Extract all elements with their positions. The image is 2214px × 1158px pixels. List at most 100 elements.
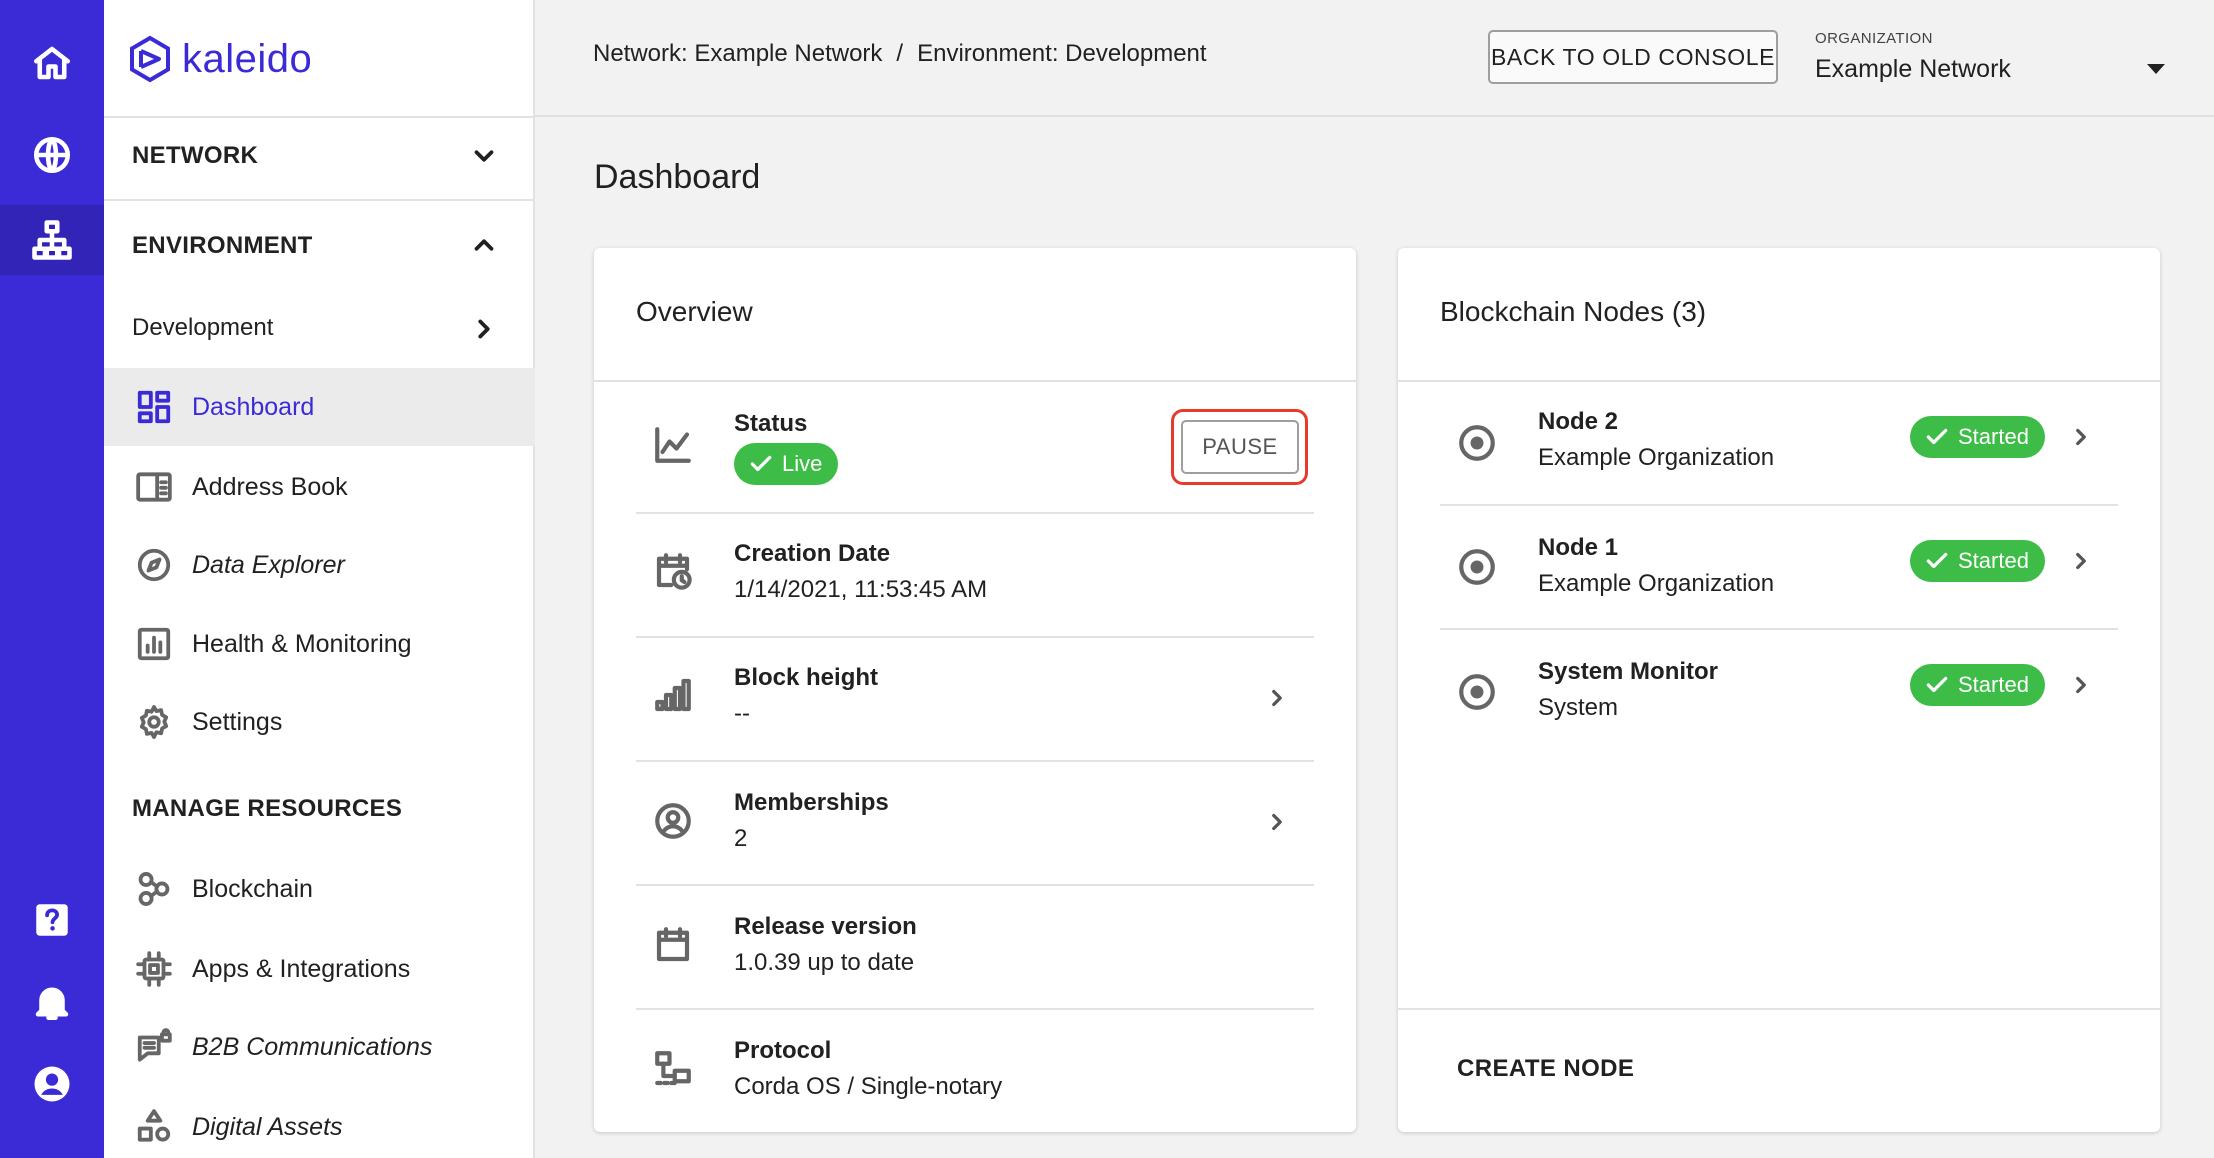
back-to-old-console-button[interactable]: BACK TO OLD CONSOLE — [1488, 30, 1778, 84]
kaleido-logo[interactable]: kaleido — [126, 34, 312, 84]
node-name[interactable]: Node 1 — [1538, 534, 1618, 562]
sidebar-item-label: B2B Communications — [192, 1032, 433, 1061]
chevron-down-icon[interactable] — [469, 141, 499, 171]
sidebar-item-health-monitoring[interactable]: Health & Monitoring — [104, 605, 535, 683]
gear-icon — [134, 702, 174, 742]
sidebar-item-label: Health & Monitoring — [192, 629, 412, 658]
sidebar-item-digital-assets[interactable]: Digital Assets — [104, 1088, 535, 1158]
page-title: Dashboard — [594, 158, 761, 196]
node-status-label: Started — [1958, 548, 2029, 573]
organization-label: ORGANIZATION — [1815, 30, 1933, 47]
sidebar-item-label: Settings — [192, 707, 283, 736]
status-badge-label: Live — [782, 451, 823, 476]
block-height-value: -- — [734, 700, 750, 727]
radio-node-icon — [1456, 546, 1498, 588]
node-status-label: Started — [1958, 672, 2029, 697]
radio-node-icon — [1456, 422, 1498, 464]
chevron-up-icon[interactable] — [469, 230, 499, 260]
calendar-clock-icon — [652, 550, 694, 592]
protocol-value: Corda OS / Single-notary — [734, 1073, 1003, 1100]
creation-date-value: 1/14/2021, 11:53:45 AM — [734, 576, 988, 603]
chevron-right-icon[interactable] — [1264, 809, 1290, 835]
breadcrumb-separator: / — [896, 40, 904, 67]
status-badge: Live — [734, 443, 839, 485]
sidebar-item-blockchain[interactable]: Blockchain — [104, 850, 535, 928]
dashboard-icon — [134, 387, 174, 427]
breadcrumb-network[interactable]: Network: Example Network — [593, 40, 882, 67]
breadcrumb-environment[interactable]: Environment: Development — [917, 40, 1206, 67]
release-version-value: 1.0.39 up to date — [734, 949, 915, 976]
sidebar-item-label: Blockchain — [192, 874, 313, 903]
sidebar-manage-resources-label: MANAGE RESOURCES — [132, 795, 403, 822]
environment-selector[interactable]: Development — [132, 314, 273, 342]
line-chart-icon — [652, 424, 694, 466]
block-height-label: Block height — [734, 664, 879, 691]
overview-title: Overview — [636, 296, 753, 327]
chevron-right-icon[interactable] — [469, 314, 499, 344]
node-org: Example Organization — [1538, 570, 1775, 597]
sidebar-item-label: Data Explorer — [192, 550, 345, 579]
top-header: Network: Example Network / Environment: De… — [535, 0, 2214, 117]
signal-bars-icon — [652, 674, 694, 716]
organization-select[interactable]: Example Network — [1815, 55, 2011, 84]
protocol-label: Protocol — [734, 1037, 832, 1064]
creation-date-label: Creation Date — [734, 540, 891, 567]
chevron-right-icon[interactable] — [2068, 672, 2094, 698]
compass-icon — [134, 545, 174, 585]
create-node-button[interactable]: CREATE NODE — [1457, 1055, 1634, 1083]
shapes-icon — [134, 1107, 174, 1147]
chevron-right-icon[interactable] — [2068, 548, 2094, 574]
dropdown-caret-icon[interactable] — [2147, 64, 2165, 74]
node-org: System — [1538, 694, 1619, 721]
sidebar-environment-label[interactable]: ENVIRONMENT — [132, 232, 313, 260]
sidebar-item-settings[interactable]: Settings — [104, 683, 535, 761]
node-status-badge: Started — [1910, 664, 2045, 706]
calendar-icon — [652, 924, 694, 966]
sidebar: kaleido NETWORK ENVIRONMENT Development … — [104, 0, 535, 1158]
protocol-icon — [652, 1048, 694, 1090]
blockchain-nodes-title: Blockchain Nodes (3) — [1440, 296, 1707, 327]
chat-lock-icon — [134, 1027, 174, 1067]
sidebar-item-data-explorer[interactable]: Data Explorer — [104, 526, 535, 604]
node-org: Example Organization — [1538, 444, 1775, 471]
memberships-value: 2 — [734, 825, 748, 852]
node-status-badge: Started — [1910, 540, 2045, 582]
sidebar-item-label: Apps & Integrations — [192, 954, 411, 983]
pause-button[interactable]: PAUSE — [1181, 420, 1299, 474]
bell-icon[interactable] — [0, 967, 104, 1037]
sidebar-item-label: Address Book — [192, 472, 348, 501]
account-circle-icon — [652, 800, 694, 842]
status-label: Status — [734, 410, 808, 437]
overview-card: Overview Status Live Creation Date 1/14/… — [594, 248, 1356, 1132]
blockchain-nodes-card: Blockchain Nodes (3) Node 2 Example Orga… — [1398, 248, 2160, 1132]
icon-rail — [0, 0, 104, 1158]
address-book-icon — [134, 467, 174, 507]
chip-icon — [134, 949, 174, 989]
check-icon — [750, 455, 772, 472]
chevron-right-icon[interactable] — [2068, 424, 2094, 450]
sidebar-network-label[interactable]: NETWORK — [132, 142, 258, 170]
sidebar-item-apps-integrations[interactable]: Apps & Integrations — [104, 930, 535, 1008]
release-version-label: Release version — [734, 913, 917, 940]
network-topology-icon[interactable] — [0, 205, 104, 275]
sidebar-item-label: Dashboard — [192, 392, 315, 421]
sidebar-item-label: Digital Assets — [192, 1112, 343, 1141]
sidebar-item-dashboard[interactable]: Dashboard — [104, 368, 535, 446]
node-name[interactable]: Node 2 — [1538, 408, 1618, 436]
chevron-right-icon[interactable] — [1264, 685, 1290, 711]
sidebar-item-b2b-communications[interactable]: B2B Communications — [104, 1008, 535, 1086]
account-icon[interactable] — [0, 1049, 104, 1119]
help-icon[interactable] — [0, 885, 104, 955]
check-icon — [1926, 428, 1948, 445]
check-icon — [1926, 676, 1948, 693]
globe-icon[interactable] — [0, 120, 104, 190]
radio-node-icon — [1456, 671, 1498, 713]
sidebar-item-address-book[interactable]: Address Book — [104, 448, 535, 526]
logo-text: kaleido — [182, 36, 313, 81]
breadcrumb: Network: Example Network / Environment: De… — [593, 40, 1207, 68]
home-icon[interactable] — [0, 28, 104, 98]
blockchain-icon — [134, 869, 174, 909]
kaleido-logo-icon — [130, 35, 170, 83]
node-status-label: Started — [1958, 424, 2029, 449]
node-name[interactable]: System Monitor — [1538, 658, 1718, 686]
